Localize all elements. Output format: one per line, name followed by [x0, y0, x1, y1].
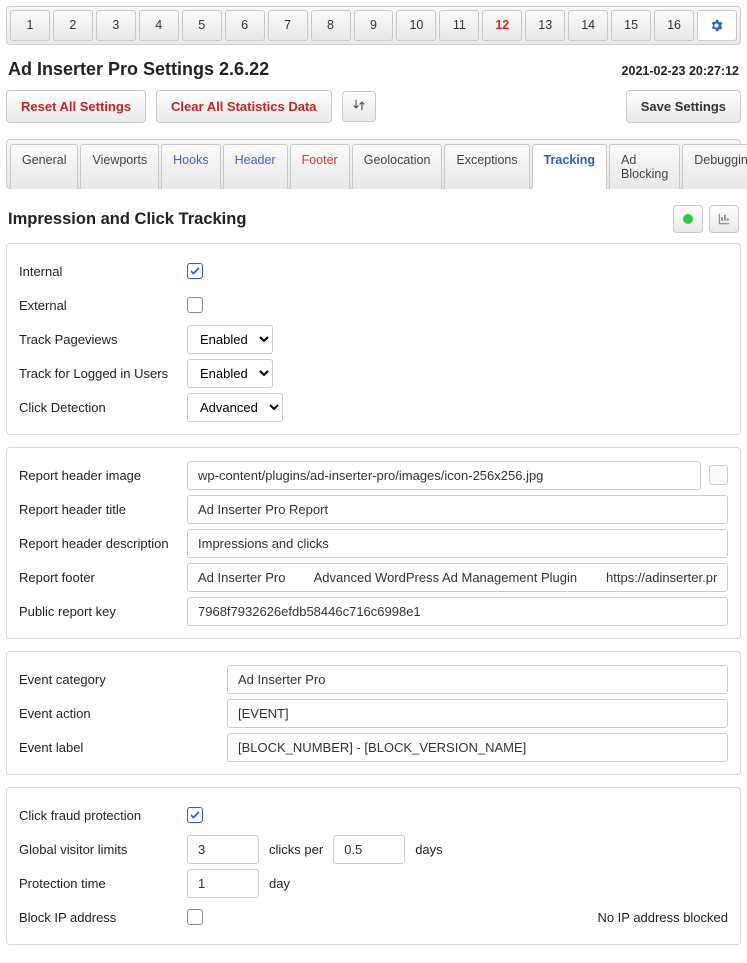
reorder-button[interactable]	[342, 91, 376, 122]
days-text: days	[415, 842, 442, 857]
event-action-label: Event action	[19, 706, 217, 721]
internal-label: Internal	[19, 264, 177, 279]
events-panel: Event category Event action Event label	[6, 651, 741, 775]
block-ip-checkbox[interactable]	[187, 909, 203, 925]
sub-tab-debugging[interactable]: Debugging	[682, 144, 747, 189]
fraud-panel: Click fraud protection Global visitor li…	[6, 787, 741, 945]
protection-time-label: Protection time	[19, 876, 177, 891]
title-row: Ad Inserter Pro Settings 2.6.22 2021-02-…	[8, 59, 739, 80]
report-key-label: Public report key	[19, 604, 177, 619]
sub-tab-general[interactable]: General	[10, 144, 78, 189]
global-limits-label: Global visitor limits	[19, 842, 177, 857]
limit-clicks-input[interactable]	[187, 835, 259, 864]
sub-tab-header[interactable]: Header	[223, 144, 288, 189]
clicks-per-text: clicks per	[269, 842, 323, 857]
external-checkbox[interactable]	[187, 297, 203, 313]
block-tab-13[interactable]: 13	[525, 10, 565, 41]
report-image-input[interactable]	[187, 461, 701, 490]
event-label-label: Event label	[19, 740, 217, 755]
tracking-status-button[interactable]	[673, 205, 703, 233]
external-label: External	[19, 298, 177, 313]
report-desc-input[interactable]	[187, 529, 728, 558]
report-title-input[interactable]	[187, 495, 728, 524]
block-ip-label: Block IP address	[19, 910, 177, 925]
block-tabs: 12345678910111213141516	[6, 6, 741, 45]
track-pageviews-select[interactable]: Enabled	[187, 325, 273, 354]
click-detection-label: Click Detection	[19, 400, 177, 415]
day-text: day	[269, 876, 290, 891]
settings-sub-tabs: GeneralViewportsHooksHeaderFooterGeoloca…	[6, 139, 741, 189]
block-tab-12[interactable]: 12	[482, 10, 522, 41]
fraud-protection-label: Click fraud protection	[19, 808, 177, 823]
statistics-button[interactable]	[709, 205, 739, 233]
action-buttons: Reset All Settings Clear All Statistics …	[6, 90, 741, 123]
track-pageviews-label: Track Pageviews	[19, 332, 177, 347]
sub-tab-tracking[interactable]: Tracking	[532, 144, 607, 189]
event-category-input[interactable]	[227, 665, 728, 694]
track-logged-in-label: Track for Logged in Users	[19, 366, 177, 381]
settings-tab[interactable]	[697, 10, 737, 41]
block-tab-5[interactable]: 5	[182, 10, 222, 41]
chart-icon	[716, 212, 732, 226]
timestamp: 2021-02-23 20:27:12	[622, 64, 739, 78]
protection-time-input[interactable]	[187, 869, 259, 898]
block-tab-9[interactable]: 9	[354, 10, 394, 41]
block-ip-status: No IP address blocked	[597, 910, 728, 925]
limit-days-input[interactable]	[333, 835, 405, 864]
block-tab-4[interactable]: 4	[139, 10, 179, 41]
block-tab-7[interactable]: 7	[268, 10, 308, 41]
sub-tab-ad-blocking[interactable]: Ad Blocking	[609, 144, 680, 189]
report-key-input[interactable]	[187, 597, 728, 626]
clear-stats-button[interactable]: Clear All Statistics Data	[156, 90, 331, 123]
section-header: Impression and Click Tracking	[8, 205, 739, 233]
fraud-protection-checkbox[interactable]	[187, 807, 203, 823]
report-footer-input[interactable]	[187, 563, 728, 592]
block-tab-1[interactable]: 1	[10, 10, 50, 41]
track-logged-in-select[interactable]: Enabled	[187, 359, 273, 388]
event-action-input[interactable]	[227, 699, 728, 728]
block-tab-2[interactable]: 2	[53, 10, 93, 41]
block-tab-8[interactable]: 8	[311, 10, 351, 41]
sub-tab-exceptions[interactable]: Exceptions	[444, 144, 529, 189]
section-title: Impression and Click Tracking	[8, 210, 246, 229]
status-dot-icon	[683, 214, 693, 224]
block-tab-6[interactable]: 6	[225, 10, 265, 41]
event-label-input[interactable]	[227, 733, 728, 762]
report-panel: Report header image Report header title …	[6, 447, 741, 639]
sub-tab-viewports[interactable]: Viewports	[80, 144, 159, 189]
page-title: Ad Inserter Pro Settings 2.6.22	[8, 59, 269, 80]
report-image-label: Report header image	[19, 468, 177, 483]
sub-tab-footer[interactable]: Footer	[290, 144, 350, 189]
click-detection-select[interactable]: Advanced	[187, 393, 283, 422]
save-settings-button[interactable]: Save Settings	[626, 90, 741, 123]
block-tab-11[interactable]: 11	[439, 10, 479, 41]
internal-checkbox[interactable]	[187, 263, 203, 279]
gear-icon	[709, 18, 724, 33]
block-tab-14[interactable]: 14	[568, 10, 608, 41]
sub-tab-geolocation[interactable]: Geolocation	[352, 144, 443, 189]
report-footer-label: Report footer	[19, 570, 177, 585]
report-title-label: Report header title	[19, 502, 177, 517]
block-tab-3[interactable]: 3	[96, 10, 136, 41]
block-tab-16[interactable]: 16	[654, 10, 694, 41]
tracking-panel: Internal External Track Pageviews Enable…	[6, 243, 741, 435]
sort-icon	[352, 98, 366, 112]
report-image-preview[interactable]	[709, 465, 728, 485]
reset-all-button[interactable]: Reset All Settings	[6, 90, 146, 123]
block-tab-15[interactable]: 15	[611, 10, 651, 41]
sub-tab-hooks[interactable]: Hooks	[161, 144, 220, 189]
event-category-label: Event category	[19, 672, 217, 687]
report-desc-label: Report header description	[19, 536, 177, 551]
block-tab-10[interactable]: 10	[396, 10, 436, 41]
